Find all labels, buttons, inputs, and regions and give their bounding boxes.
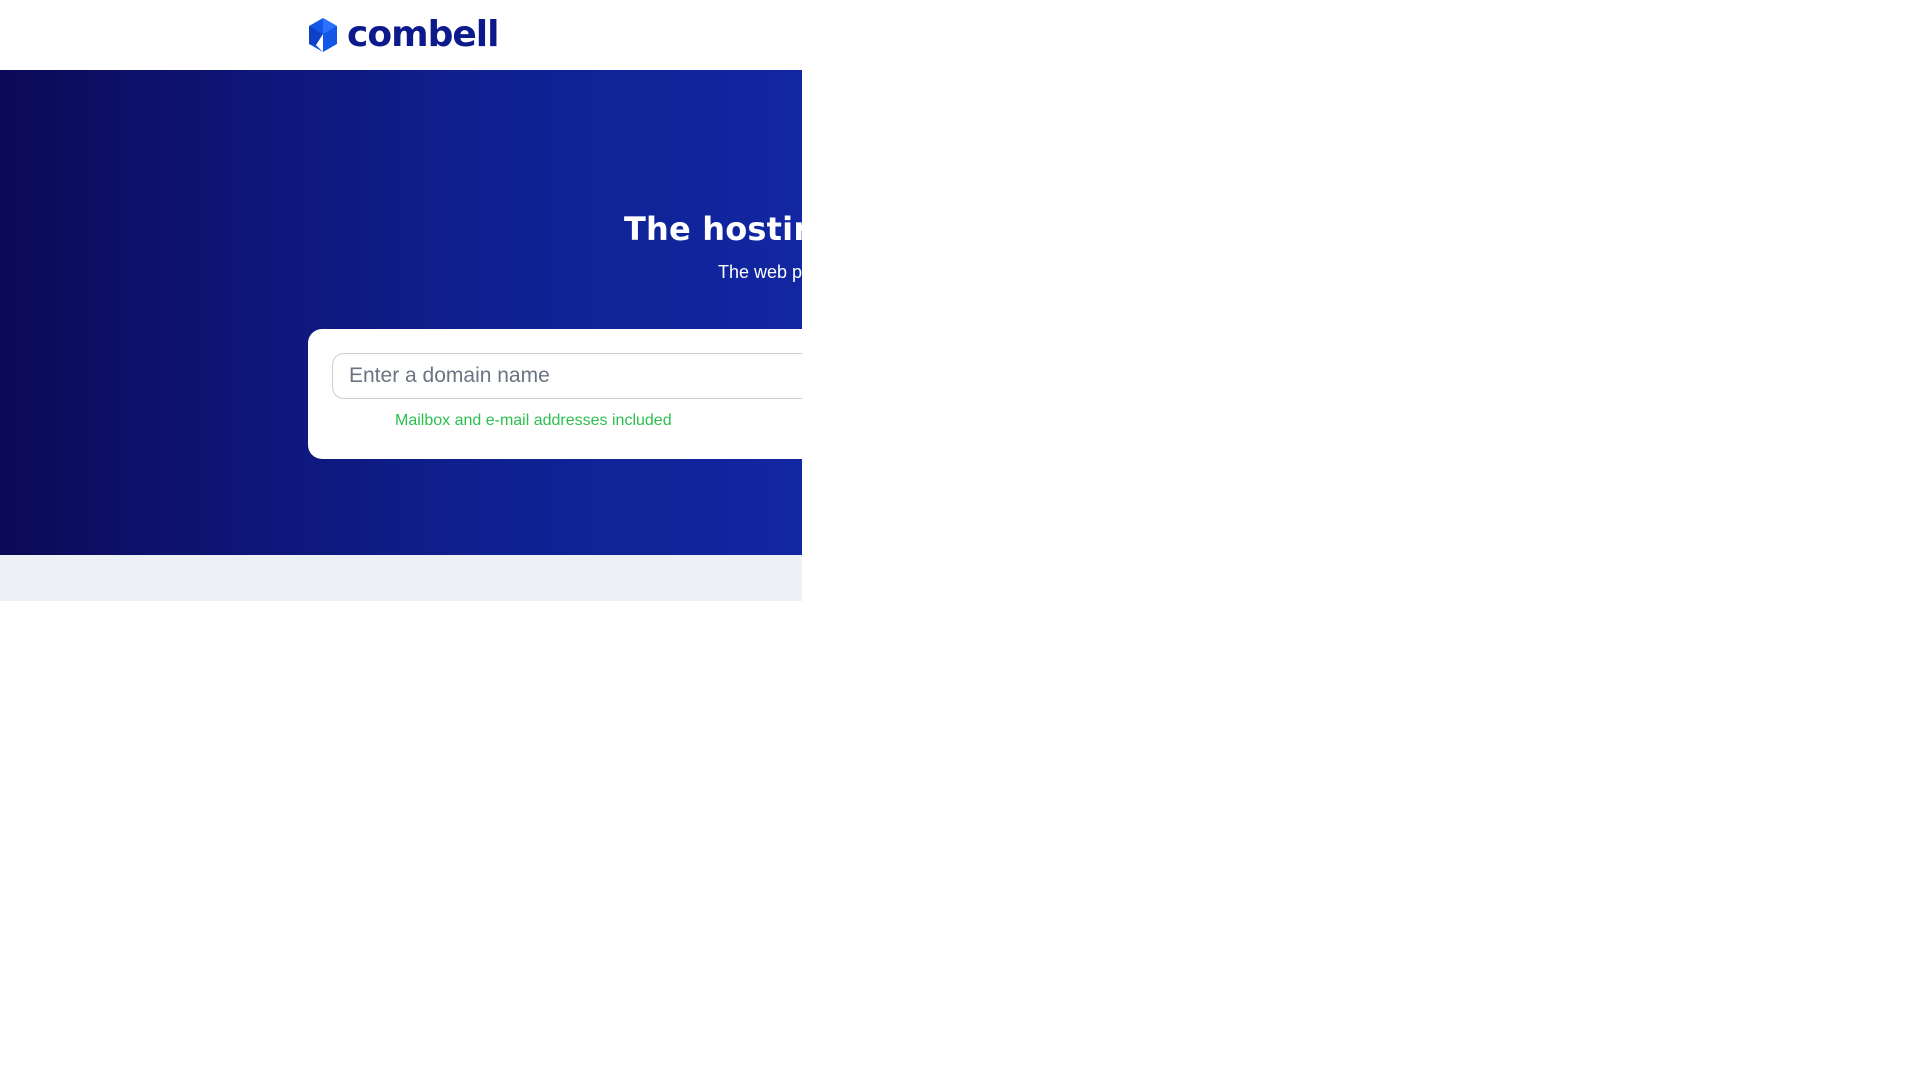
site-header: combell bbox=[0, 0, 802, 70]
perk-text: Mailbox and e-mail addresses included bbox=[395, 412, 672, 429]
hero-section: The hosting The web p Mailbox and e-mail… bbox=[0, 70, 802, 555]
logo-wordmark: combell bbox=[347, 14, 499, 55]
section-divider-band bbox=[0, 555, 802, 601]
domain-search-input[interactable] bbox=[332, 353, 802, 399]
hero-title: The hosting bbox=[624, 210, 802, 248]
domain-search-card: Mailbox and e-mail addresses included bbox=[308, 329, 802, 459]
hero-subtitle: The web p bbox=[718, 262, 802, 282]
combell-logo[interactable]: combell bbox=[307, 14, 499, 56]
combell-logo-mark-icon bbox=[309, 18, 337, 52]
page-viewport: combell The hosting The web p Mailbox an… bbox=[0, 0, 802, 601]
